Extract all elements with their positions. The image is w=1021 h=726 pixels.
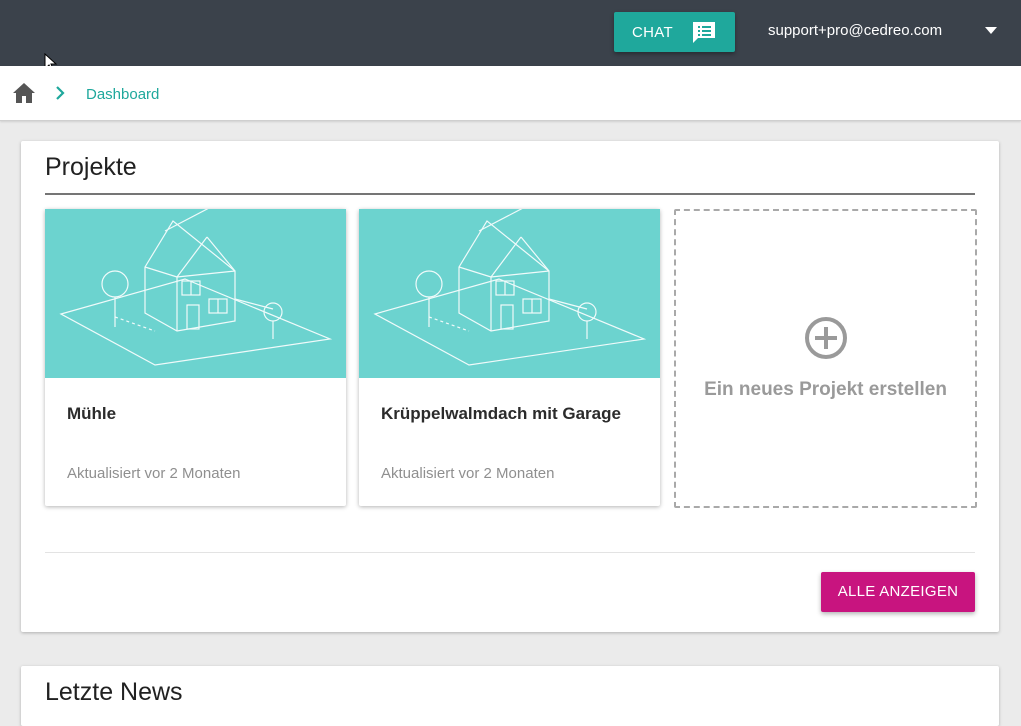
chat-button[interactable]: CHAT (614, 12, 735, 52)
title-divider (45, 193, 975, 195)
new-project-label: Ein neues Projekt erstellen (704, 379, 947, 400)
project-card[interactable]: Krüppelwalmdach mit Garage Aktualisiert … (359, 209, 660, 506)
projects-title: Projekte (45, 153, 137, 181)
breadcrumb-dashboard[interactable]: Dashboard (86, 86, 159, 103)
project-updated: Aktualisiert vor 2 Monaten (381, 465, 555, 482)
user-email[interactable]: support+pro@cedreo.com (768, 22, 942, 39)
caret-down-icon[interactable] (984, 26, 998, 36)
chevron-right-icon (56, 86, 65, 100)
projects-panel: Projekte Mühle Aktualisiert vor 2 Monate… (21, 141, 999, 632)
panel-divider (45, 552, 975, 553)
plus-circle-icon (805, 317, 847, 359)
chat-icon (693, 22, 715, 43)
project-thumbnail (45, 209, 346, 378)
news-title: Letzte News (45, 678, 183, 706)
house-sketch-icon (373, 209, 647, 366)
project-name: Mühle (67, 404, 117, 423)
project-updated: Aktualisiert vor 2 Monaten (67, 465, 241, 482)
news-panel: Letzte News (21, 666, 999, 726)
breadcrumb: Dashboard (0, 66, 1021, 121)
project-name: Krüppelwalmdach mit Garage (381, 404, 621, 423)
show-all-button[interactable]: ALLE ANZEIGEN (821, 572, 975, 612)
new-project-card[interactable]: Ein neues Projekt erstellen (674, 209, 977, 508)
project-thumbnail (359, 209, 660, 378)
project-card[interactable]: Mühle Aktualisiert vor 2 Monaten (45, 209, 346, 506)
house-sketch-icon (59, 209, 333, 366)
chat-button-label: CHAT (632, 24, 673, 41)
top-bar: CHAT support+pro@cedreo.com (0, 0, 1021, 73)
home-icon[interactable] (12, 82, 36, 104)
